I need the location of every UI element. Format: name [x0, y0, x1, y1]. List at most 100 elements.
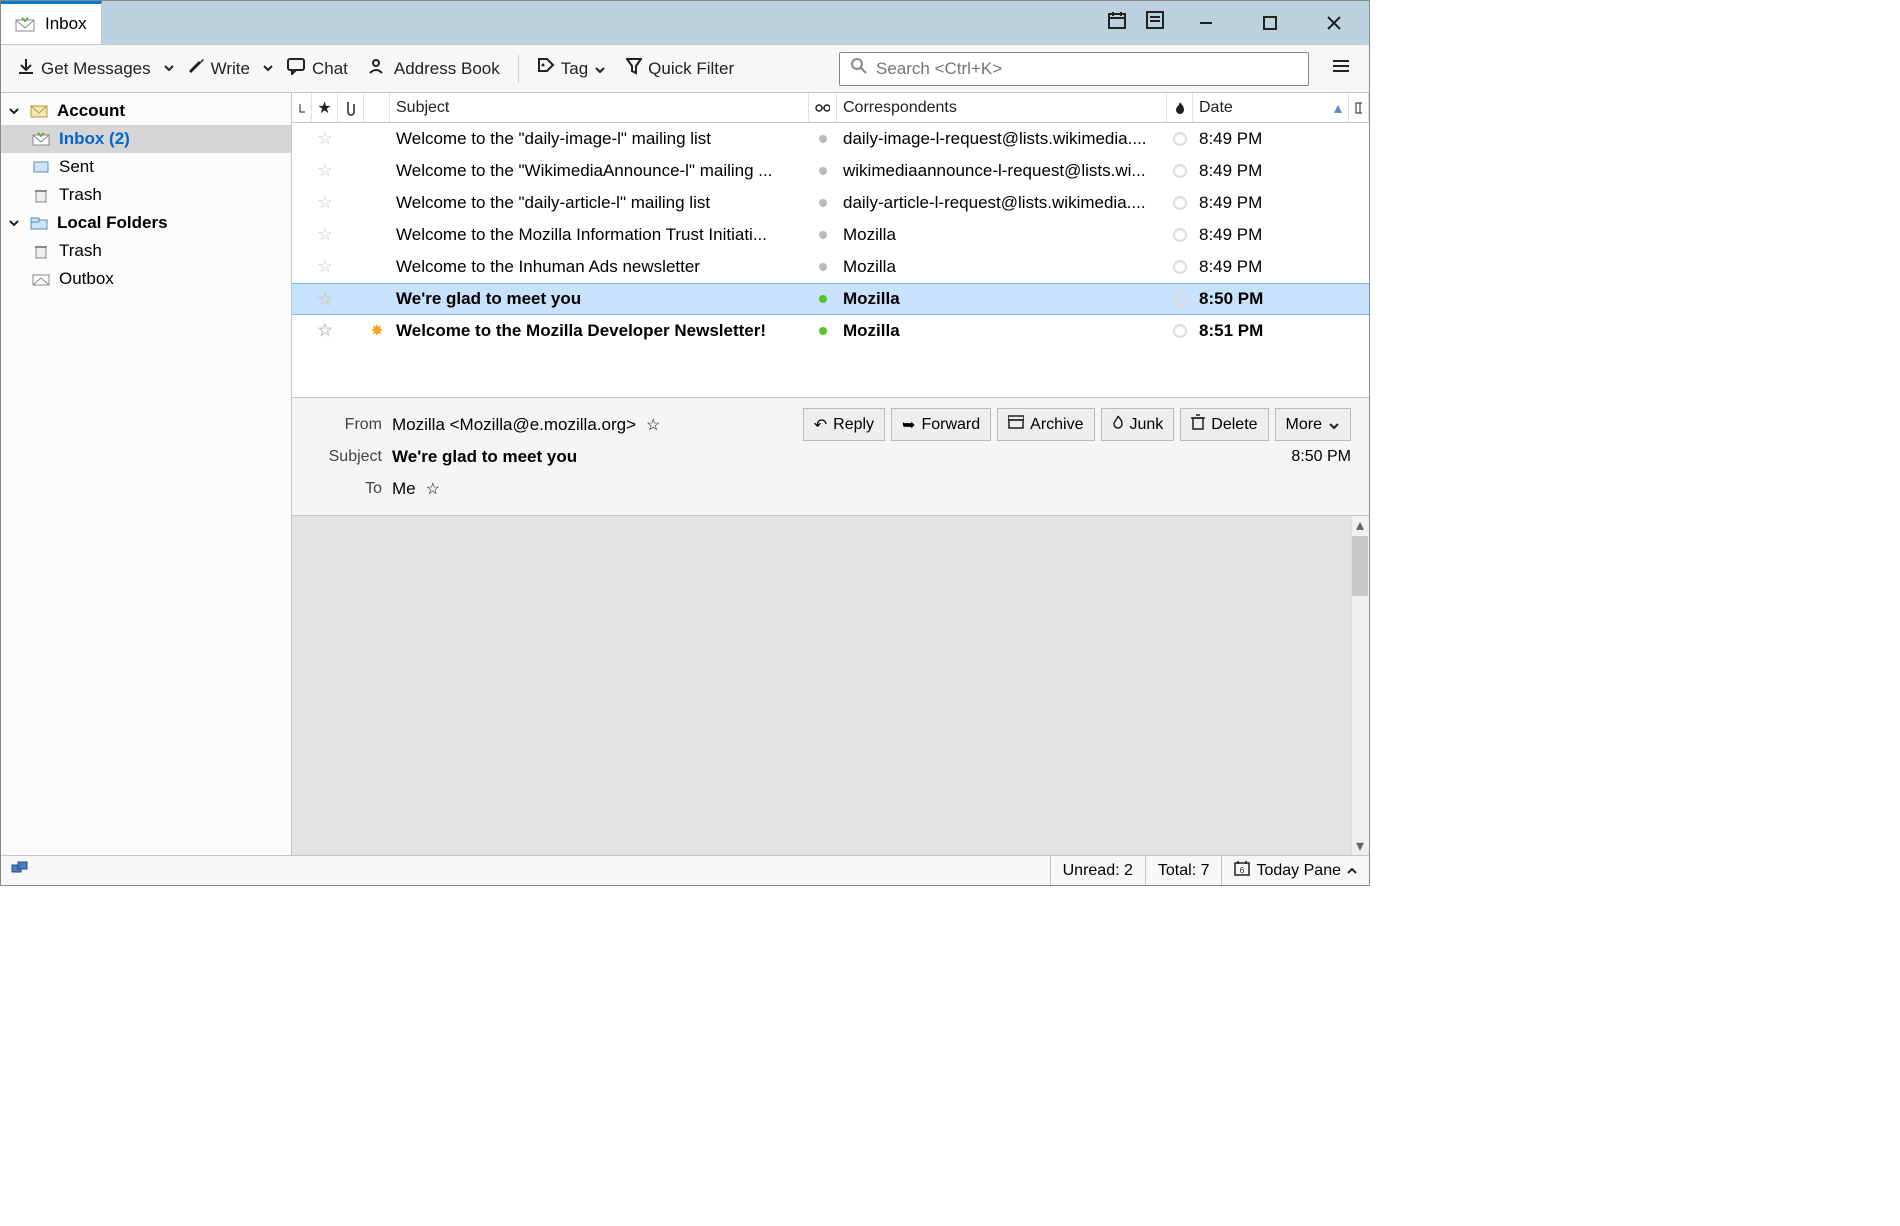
- chat-label: Chat: [312, 59, 348, 79]
- junk-icon: [1112, 415, 1124, 434]
- message-subject: We're glad to meet you: [390, 289, 809, 309]
- star-icon[interactable]: ☆: [317, 160, 333, 181]
- junk-button[interactable]: Junk: [1101, 408, 1175, 441]
- archive-button[interactable]: Archive: [997, 408, 1094, 441]
- message-row[interactable]: ☆Welcome to the "daily-image-l" mailing …: [292, 123, 1369, 155]
- message-row[interactable]: ☆We're glad to meet youMozilla8:50 PM: [292, 283, 1369, 315]
- folder-trash-local[interactable]: Trash: [1, 237, 291, 265]
- star-icon[interactable]: ☆: [317, 128, 333, 149]
- message-correspondent: Mozilla: [837, 289, 1167, 309]
- calendar-icon[interactable]: [1107, 10, 1127, 35]
- message-subject: Welcome to the "daily-article-l" mailing…: [390, 193, 809, 213]
- column-attachment[interactable]: [338, 93, 364, 122]
- star-icon[interactable]: ☆: [317, 224, 333, 245]
- read-status-icon[interactable]: [819, 327, 827, 335]
- column-junk[interactable]: [1167, 93, 1193, 122]
- main-toolbar: Get Messages Write Chat Address Book Tag…: [1, 45, 1369, 93]
- junk-status-icon[interactable]: [1173, 292, 1187, 306]
- write-dropdown[interactable]: [262, 60, 274, 78]
- junk-status-icon[interactable]: [1173, 324, 1187, 338]
- to-value[interactable]: Me: [392, 479, 416, 499]
- star-icon[interactable]: ☆: [426, 479, 440, 499]
- read-status-icon[interactable]: [819, 295, 827, 303]
- column-subject[interactable]: Subject: [390, 93, 809, 122]
- star-icon[interactable]: ☆: [317, 192, 333, 213]
- message-row[interactable]: ☆Welcome to the Mozilla Information Trus…: [292, 219, 1369, 251]
- account-icon: [29, 103, 49, 119]
- star-icon[interactable]: ☆: [317, 289, 333, 310]
- search-input[interactable]: [876, 59, 1298, 79]
- inbox-icon: [15, 16, 35, 32]
- chat-button[interactable]: Chat: [278, 53, 356, 84]
- message-date: 8:49 PM: [1193, 161, 1349, 181]
- junk-status-icon[interactable]: [1173, 164, 1187, 178]
- more-button[interactable]: More: [1275, 408, 1351, 441]
- get-messages-button[interactable]: Get Messages: [9, 53, 159, 84]
- read-status-icon[interactable]: [819, 263, 827, 271]
- online-status-icon[interactable]: [1, 860, 39, 881]
- scrollbar-thumb[interactable]: [1352, 536, 1368, 596]
- address-book-icon: [368, 57, 388, 80]
- tasks-icon[interactable]: [1145, 10, 1165, 35]
- get-messages-dropdown[interactable]: [163, 60, 175, 78]
- from-value[interactable]: Mozilla <Mozilla@e.mozilla.org>: [392, 415, 636, 435]
- column-read[interactable]: [809, 93, 837, 122]
- local-folders-icon: [29, 215, 49, 231]
- column-star[interactable]: ★: [312, 93, 338, 122]
- message-row[interactable]: ☆ Welcome to the "daily-article-l" mailin…: [292, 187, 1369, 219]
- subject-value: We're glad to meet you: [392, 447, 577, 467]
- folder-outbox[interactable]: Outbox: [1, 265, 291, 293]
- column-correspondents[interactable]: Correspondents: [837, 93, 1167, 122]
- junk-status-icon[interactable]: [1173, 260, 1187, 274]
- folder-sent[interactable]: Sent: [1, 153, 291, 181]
- message-list: ☆Welcome to the "daily-image-l" mailing …: [292, 123, 1369, 347]
- tag-label: Tag: [561, 59, 588, 79]
- chevron-down-icon[interactable]: [7, 106, 21, 116]
- column-picker[interactable]: [1349, 93, 1369, 122]
- column-date[interactable]: Date▴: [1193, 93, 1349, 122]
- message-row[interactable]: ☆✸Welcome to the Mozilla Developer Newsl…: [292, 315, 1369, 347]
- quick-filter-button[interactable]: Quick Filter: [618, 53, 742, 84]
- minimize-button[interactable]: [1183, 8, 1229, 38]
- local-folders-row[interactable]: Local Folders: [1, 209, 291, 237]
- column-thread[interactable]: [292, 93, 312, 122]
- svg-text:6: 6: [1240, 866, 1245, 875]
- read-status-icon[interactable]: [819, 167, 827, 175]
- star-icon[interactable]: ☆: [317, 256, 333, 277]
- message-row[interactable]: ☆Welcome to the Inhuman Ads newsletterMo…: [292, 251, 1369, 283]
- filter-icon: [626, 57, 642, 80]
- read-status-icon[interactable]: [819, 231, 827, 239]
- read-status-icon[interactable]: [819, 135, 827, 143]
- junk-status-icon[interactable]: [1173, 132, 1187, 146]
- close-button[interactable]: [1311, 8, 1357, 38]
- tag-button[interactable]: Tag: [529, 53, 614, 84]
- chevron-down-icon: [594, 64, 606, 76]
- today-pane-toggle[interactable]: 6 Today Pane: [1221, 856, 1369, 885]
- folder-inbox[interactable]: Inbox (2): [1, 125, 291, 153]
- star-icon[interactable]: ☆: [646, 415, 660, 435]
- reply-button[interactable]: ↶Reply: [803, 408, 885, 441]
- sent-folder-icon: [31, 159, 51, 175]
- search-box[interactable]: [839, 52, 1309, 86]
- address-book-button[interactable]: Address Book: [360, 53, 508, 84]
- chevron-down-icon[interactable]: [7, 218, 21, 228]
- message-preview-header: From Mozilla <Mozilla@e.mozilla.org> ☆ ↶…: [292, 397, 1369, 516]
- forward-button[interactable]: ➥Forward: [891, 408, 991, 441]
- delete-button[interactable]: Delete: [1180, 408, 1268, 441]
- tab-inbox[interactable]: Inbox: [1, 1, 102, 44]
- scrollbar-vertical[interactable]: ▴ ▾: [1351, 516, 1369, 855]
- maximize-button[interactable]: [1247, 8, 1293, 38]
- app-menu-button[interactable]: [1321, 54, 1361, 83]
- folder-trash[interactable]: Trash: [1, 181, 291, 209]
- message-row[interactable]: ☆Welcome to the "WikimediaAnnounce-l" ma…: [292, 155, 1369, 187]
- star-icon[interactable]: ☆: [317, 320, 333, 341]
- scroll-down-icon[interactable]: ▾: [1351, 837, 1369, 855]
- write-button[interactable]: Write: [179, 53, 258, 84]
- junk-status-icon[interactable]: [1173, 196, 1187, 210]
- junk-status-icon[interactable]: [1173, 228, 1187, 242]
- local-folders-label: Local Folders: [57, 213, 168, 233]
- scroll-up-icon[interactable]: ▴: [1351, 516, 1369, 534]
- write-label: Write: [211, 59, 250, 79]
- account-row[interactable]: Account: [1, 97, 291, 125]
- read-status-icon[interactable]: [819, 199, 827, 207]
